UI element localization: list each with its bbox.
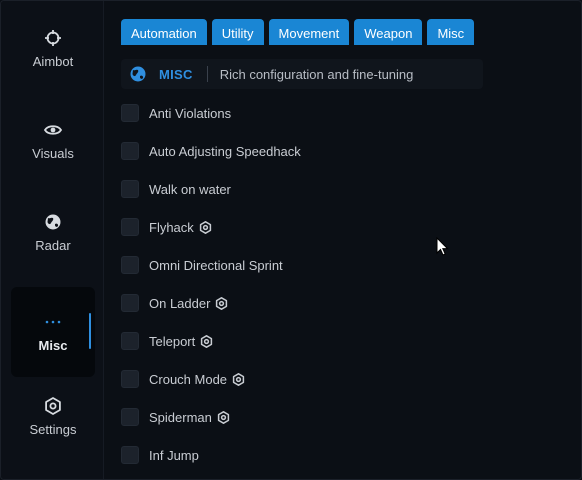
globe-icon bbox=[129, 65, 147, 83]
category-tabs: Automation Utility Movement Weapon Misc bbox=[121, 19, 475, 45]
sidebar-item-label: Aimbot bbox=[32, 53, 74, 69]
gear-icon[interactable] bbox=[200, 334, 213, 348]
checkbox[interactable] bbox=[121, 142, 139, 160]
sidebar-item-misc[interactable]: Misc bbox=[11, 287, 95, 377]
option-spiderman[interactable]: Spiderman bbox=[121, 407, 230, 427]
option-label: Omni Directional Sprint bbox=[149, 257, 283, 273]
option-auto-adjusting-speedhack[interactable]: Auto Adjusting Speedhack bbox=[121, 141, 301, 161]
mouse-cursor-icon bbox=[436, 236, 450, 257]
option-teleport[interactable]: Teleport bbox=[121, 331, 213, 351]
checkbox[interactable] bbox=[121, 332, 139, 350]
crosshair-icon bbox=[43, 28, 63, 48]
option-crouch-mode[interactable]: Crouch Mode bbox=[121, 369, 245, 389]
settings-gear-icon bbox=[43, 396, 63, 416]
gear-icon[interactable] bbox=[217, 410, 230, 424]
checkbox[interactable] bbox=[121, 256, 139, 274]
option-label: Spiderman bbox=[149, 409, 212, 425]
option-on-ladder[interactable]: On Ladder bbox=[121, 293, 228, 313]
sidebar-item-settings[interactable]: Settings bbox=[11, 371, 95, 461]
section-header: MISC Rich configuration and fine-tuning bbox=[121, 59, 483, 89]
divider bbox=[206, 66, 208, 82]
checkbox[interactable] bbox=[121, 370, 139, 388]
gear-icon[interactable] bbox=[199, 220, 212, 234]
tab-misc[interactable]: Misc bbox=[427, 19, 475, 45]
sidebar-item-label: Visuals bbox=[32, 145, 74, 161]
sidebar-item-label: Misc bbox=[38, 337, 68, 353]
checkbox[interactable] bbox=[121, 218, 139, 236]
tab-utility[interactable]: Utility bbox=[211, 19, 264, 45]
option-label: Flyhack bbox=[149, 219, 194, 235]
checkbox[interactable] bbox=[121, 180, 139, 198]
sidebar-item-aimbot[interactable]: Aimbot bbox=[11, 3, 95, 93]
option-inf-jump[interactable]: Inf Jump bbox=[121, 445, 199, 465]
option-label: Teleport bbox=[149, 333, 196, 349]
checkbox[interactable] bbox=[121, 104, 139, 122]
option-walk-on-water[interactable]: Walk on water bbox=[121, 179, 231, 199]
tab-weapon[interactable]: Weapon bbox=[354, 19, 423, 45]
tab-automation[interactable]: Automation bbox=[121, 19, 207, 45]
gear-icon[interactable] bbox=[215, 296, 228, 310]
checkbox[interactable] bbox=[121, 294, 139, 312]
active-indicator bbox=[89, 313, 91, 349]
eye-icon bbox=[43, 120, 63, 140]
option-omni-directional-sprint[interactable]: Omni Directional Sprint bbox=[121, 255, 283, 275]
option-label: Auto Adjusting Speedhack bbox=[149, 143, 301, 159]
sidebar-item-visuals[interactable]: Visuals bbox=[11, 95, 95, 185]
option-label: Crouch Mode bbox=[149, 371, 228, 387]
option-label: Anti Violations bbox=[149, 105, 232, 121]
option-label: On Ladder bbox=[149, 295, 211, 311]
option-anti-violations[interactable]: Anti Violations bbox=[121, 103, 231, 123]
option-label: Inf Jump bbox=[149, 447, 199, 463]
tab-movement[interactable]: Movement bbox=[268, 19, 350, 45]
section-title: MISC bbox=[159, 66, 193, 82]
section-description: Rich configuration and fine-tuning bbox=[219, 66, 414, 82]
checkbox[interactable] bbox=[121, 408, 139, 426]
gear-icon[interactable] bbox=[232, 372, 245, 386]
sidebar-item-label: Settings bbox=[29, 421, 77, 437]
app-window: Aimbot Visuals Radar Misc Settings Autom… bbox=[0, 0, 582, 480]
sidebar-item-radar[interactable]: Radar bbox=[11, 187, 95, 277]
dots-icon bbox=[43, 312, 63, 332]
checkbox[interactable] bbox=[121, 446, 139, 464]
globe-icon bbox=[43, 212, 63, 232]
sidebar-item-label: Radar bbox=[35, 237, 71, 253]
option-label: Walk on water bbox=[149, 181, 231, 197]
sidebar: Aimbot Visuals Radar Misc Settings bbox=[1, 1, 104, 479]
option-flyhack[interactable]: Flyhack bbox=[121, 217, 212, 237]
